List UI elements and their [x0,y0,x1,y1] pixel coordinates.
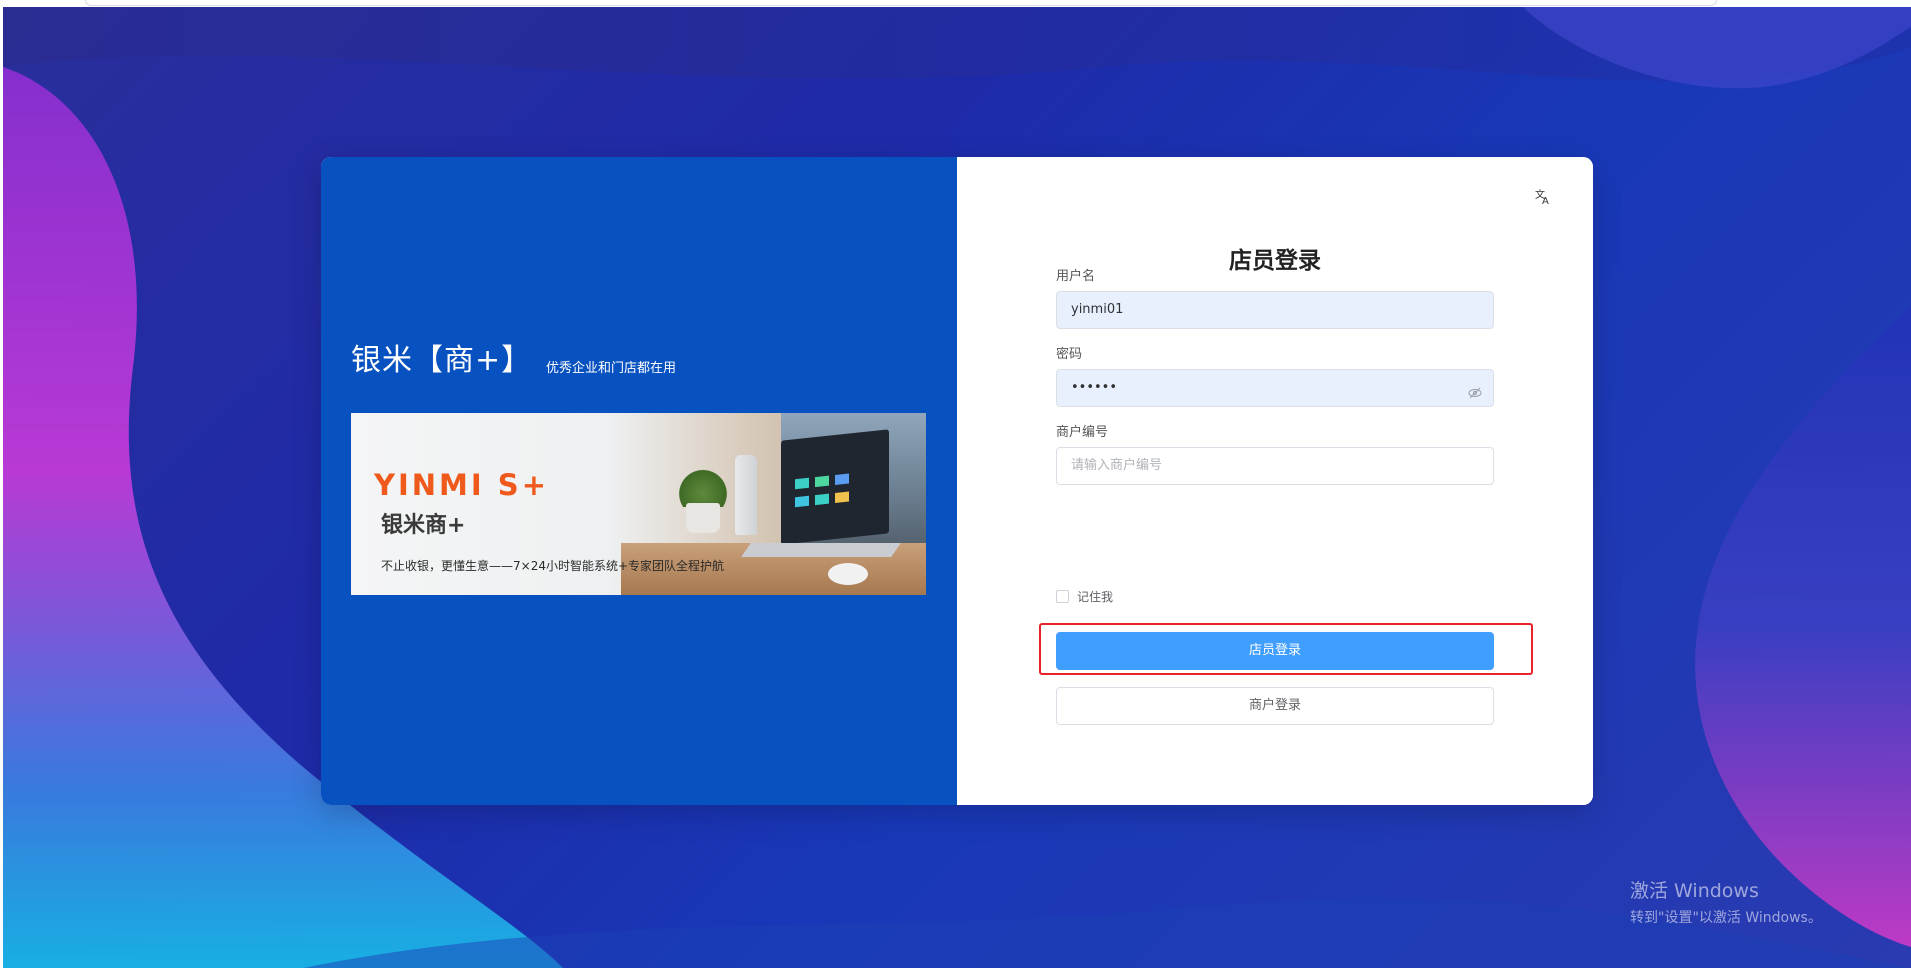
login-title: 店员登录 [1229,248,1321,274]
banner-product-name: 银米商+ [381,513,466,538]
banner-laptop-base [741,543,901,557]
promo-banner-image: YINMI S+ 银米商+ 不止收银，更懂生意——7×24小时智能系统+专家团队… [351,413,926,595]
brand-panel: 银米【商+】 优秀企业和门店都在用 YINMI S+ 银米商+ 不止收银，更懂生… [321,157,957,805]
password-label: 密码 [1056,347,1083,362]
remember-me[interactable]: 记住我 [1056,588,1113,605]
merchant-id-input[interactable]: 请输入商户编号 [1056,447,1494,485]
merchant-id-label: 商户编号 [1056,425,1109,440]
login-card: 银米【商+】 优秀企业和门店都在用 YINMI S+ 银米商+ 不止收银，更懂生… [321,157,1593,805]
banner-plant [679,463,727,507]
remember-me-label: 记住我 [1077,590,1114,604]
watermark-line1: 激活 Windows [1630,880,1759,902]
password-input[interactable]: •••••• [1056,369,1494,407]
hide-password-icon[interactable] [1467,380,1483,399]
banner-laptop-screen [781,429,889,545]
banner-mouse [828,563,868,585]
remember-me-checkbox[interactable] [1056,590,1069,603]
browser-address-bar-strip [0,0,1911,7]
merchant-id-placeholder: 请输入商户编号 [1071,458,1163,473]
address-bar[interactable] [85,0,1717,6]
translate-icon[interactable]: 文 A [1533,187,1553,207]
merchant-login-button[interactable]: 商户登录 [1056,687,1494,725]
windows-activation-watermark: 激活 Windows 转到"设置"以激活 Windows。 [1630,876,1822,927]
banner-bottle [735,455,757,535]
staff-login-button[interactable]: 店员登录 [1056,632,1494,670]
watermark-line2: 转到"设置"以激活 Windows。 [1630,910,1822,926]
banner-tagline: 不止收银，更懂生意——7×24小时智能系统+专家团队全程护航 [381,559,725,573]
username-label: 用户名 [1056,269,1096,284]
password-value: •••••• [1071,380,1118,395]
username-value: yinmi01 [1071,302,1124,317]
brand-title: 银米【商+】 [351,343,533,378]
username-input[interactable]: yinmi01 [1056,291,1494,329]
banner-plant-pot [686,503,720,533]
banner-logo: YINMI S+ [374,468,549,502]
brand-subtitle: 优秀企业和门店都在用 [546,361,677,376]
login-form-panel: 文 A 店员登录 用户名 yinmi01 密码 •••••• 商户编号 请输入商… [957,157,1593,805]
svg-text:A: A [1542,196,1549,205]
